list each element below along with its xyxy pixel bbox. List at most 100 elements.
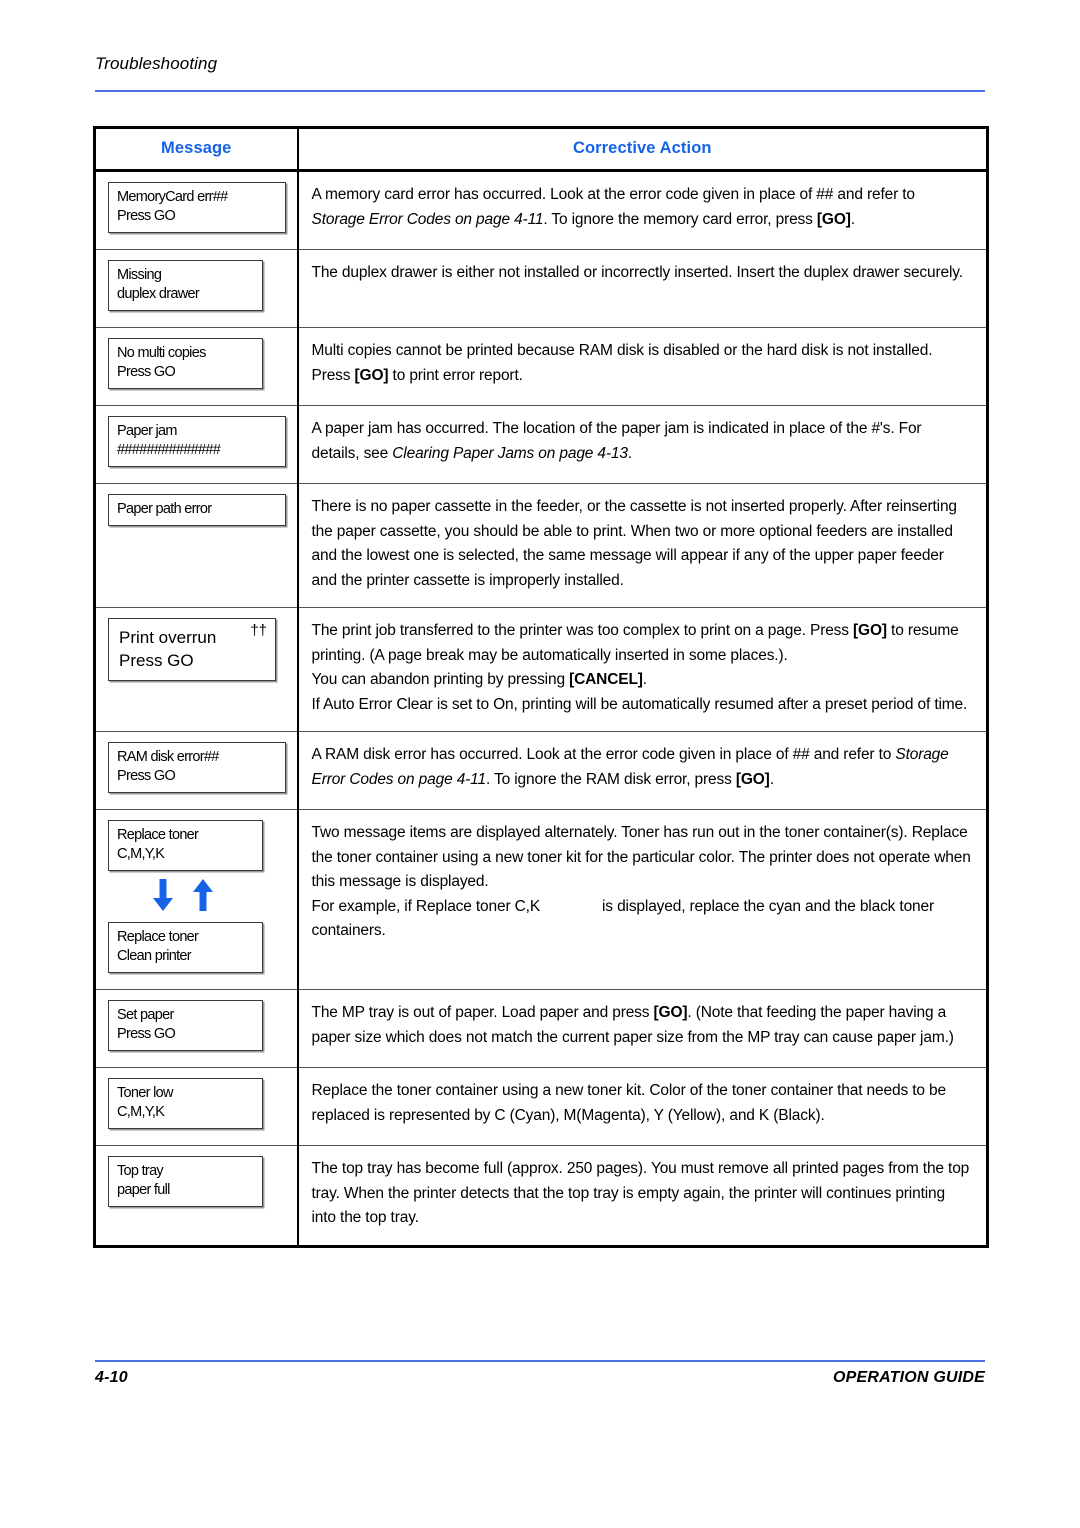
arrow-up-icon xyxy=(193,879,213,911)
key-label: [GO] xyxy=(853,622,887,639)
table-row: Top tray paper full The top tray has becom… xyxy=(94,1145,988,1247)
lcd-line: Press GO xyxy=(117,208,176,224)
message-cell-inner: Print overrun Press GO †† xyxy=(96,608,297,697)
key-label: [CANCEL] xyxy=(569,671,643,688)
text-run: If Auto Error Clear is set to On, printi… xyxy=(311,695,968,713)
header-divider xyxy=(95,90,985,92)
table-row: Print overrun Press GO †† The print job tra… xyxy=(94,607,988,732)
message-cell: Paper jam ############## xyxy=(94,405,299,484)
lcd-line: Press GO xyxy=(119,651,194,670)
lcd-line: ############## xyxy=(117,442,221,458)
text-run: The duplex drawer is either not installe… xyxy=(311,264,964,281)
message-cell: MemoryCard err## Press GO xyxy=(94,170,299,250)
footer-divider xyxy=(95,1360,985,1362)
text-run: Two message items are displayed alternat… xyxy=(311,824,971,890)
document-page: Troubleshooting Message Corrective Actio… xyxy=(0,0,1080,1528)
cross-reference: Storage Error Codes on page 4-11 xyxy=(311,210,544,228)
table-row: Replace toner C,M,Y,K Replace toner Clean p… xyxy=(94,809,988,990)
lcd-line: Missing xyxy=(117,267,162,283)
corrective-action-text: There is no paper cassette in the feeder… xyxy=(299,484,987,607)
lcd-line: duplex drawer xyxy=(117,286,200,302)
corrective-action-text: Replace the toner container using a new … xyxy=(299,1068,987,1142)
header-title: Troubleshooting xyxy=(95,54,218,73)
running-header: Troubleshooting xyxy=(95,54,985,74)
table-row: Toner low C,M,Y,K Replace the toner contai… xyxy=(94,1067,988,1146)
message-cell: Missing duplex drawer xyxy=(94,249,299,328)
lcd-line: Set paper xyxy=(117,1007,174,1023)
lcd-line: Press GO xyxy=(117,364,176,380)
corrective-action-text: A RAM disk error has occurred. Look at t… xyxy=(299,732,987,806)
alternating-arrows xyxy=(108,878,289,914)
text-run: For example, if Replace toner C,K xyxy=(311,897,541,915)
corrective-action-cell: The top tray has become full (approx. 25… xyxy=(298,1146,988,1247)
corrective-action-cell: A RAM disk error has occurred. Look at t… xyxy=(297,731,988,810)
lcd-line: C,M,Y,K xyxy=(117,1104,165,1120)
table-row: MemoryCard err## Press GO A memory card er… xyxy=(94,170,988,250)
corrective-action-text: The MP tray is out of paper. Load paper … xyxy=(299,990,987,1064)
lcd-line: No multi copies xyxy=(117,345,206,361)
text-run: The MP tray is out of paper. Load paper … xyxy=(311,1004,654,1021)
lcd-line: Clean printer xyxy=(117,948,192,964)
message-cell-inner: Toner low C,M,Y,K xyxy=(96,1068,297,1145)
table-row: No multi copies Press GO Multi copies cann… xyxy=(94,327,988,406)
lcd-message-box: MemoryCard err## Press GO xyxy=(108,182,286,233)
key-label: [GO] xyxy=(653,1004,688,1021)
message-cell-inner: MemoryCard err## Press GO xyxy=(96,172,297,249)
lcd-line: Print overrun xyxy=(119,628,217,647)
lcd-line: Paper jam xyxy=(117,423,177,439)
table-row: RAM disk error## Press GO A RAM disk error… xyxy=(94,731,988,810)
corrective-action-cell: The print job transferred to the printer… xyxy=(297,607,988,732)
corrective-action-text: Two message items are displayed alternat… xyxy=(299,810,987,958)
message-cell-inner: No multi copies Press GO xyxy=(96,328,297,405)
key-label: [GO] xyxy=(735,770,770,788)
text-run: to print error report. xyxy=(388,366,523,384)
lcd-line: Press GO xyxy=(117,768,176,784)
corrective-action-cell: Replace the toner container using a new … xyxy=(297,1067,988,1146)
lcd-line: MemoryCard err## xyxy=(117,189,228,205)
table-row: Set paper Press GO The MP tray is out of p… xyxy=(94,989,988,1068)
lcd-line: RAM disk error## xyxy=(117,749,219,765)
lcd-line: Toner low xyxy=(117,1085,173,1101)
message-cell: Set paper Press GO xyxy=(94,989,299,1068)
corrective-action-text: A memory card error has occurred. Look a… xyxy=(299,172,987,246)
text-run: The top tray has become full (approx. 25… xyxy=(311,1160,970,1226)
lcd-line: Replace toner xyxy=(117,827,199,843)
lcd-message-box: Print overrun Press GO †† xyxy=(108,618,276,681)
corrective-action-cell: There is no paper cassette in the feeder… xyxy=(297,483,988,608)
lcd-line: Replace toner xyxy=(117,929,199,945)
cross-reference: Clearing Paper Jams on page 4-13 xyxy=(392,444,628,462)
lcd-message-box: Paper path error xyxy=(108,494,286,526)
corrective-action-text: Multi copies cannot be printed because R… xyxy=(299,328,987,402)
corrective-action-cell: The MP tray is out of paper. Load paper … xyxy=(297,989,988,1068)
corrective-action-cell: The duplex drawer is either not installe… xyxy=(297,249,988,328)
text-run: . To ignore the RAM disk error, press xyxy=(485,770,736,788)
key-label: [GO] xyxy=(354,366,389,384)
key-label: [GO] xyxy=(816,210,851,228)
text-run: A RAM disk error has occurred. Look at t… xyxy=(311,746,896,763)
message-cell-inner: Paper path error xyxy=(96,484,297,542)
text-run: . To ignore the memory card error, press xyxy=(543,210,817,228)
corrective-action-text: The duplex drawer is either not installe… xyxy=(299,250,987,300)
corrective-action-cell: Multi copies cannot be printed because R… xyxy=(297,327,988,406)
text-run: A memory card error has occurred. Look a… xyxy=(311,186,916,203)
lcd-message-box: Set paper Press GO xyxy=(108,1000,263,1051)
text-run: . xyxy=(642,671,647,688)
lcd-message-box: Paper jam ############## xyxy=(108,416,286,467)
message-cell: No multi copies Press GO xyxy=(94,327,299,406)
lcd-message-box: Missing duplex drawer xyxy=(108,260,263,311)
lcd-line: Top tray xyxy=(117,1163,164,1179)
message-cell-inner: RAM disk error## Press GO xyxy=(96,732,297,809)
text-run: . xyxy=(850,210,855,228)
lcd-message-box: Top tray paper full xyxy=(108,1156,263,1207)
text-run: You can abandon printing by pressing xyxy=(311,671,570,688)
message-corrective-action-table: Message Corrective Action MemoryCard err… xyxy=(93,126,989,1248)
column-header-message: Message xyxy=(94,127,299,172)
footer-page-number: 4-10 xyxy=(95,1369,128,1386)
text-run: The print job transferred to the printer… xyxy=(311,622,854,639)
footer-guide-label: OPERATION GUIDE xyxy=(832,1369,985,1386)
lcd-message-box: Toner low C,M,Y,K xyxy=(108,1078,263,1129)
page-footer: 4-10 OPERATION GUIDE xyxy=(95,1369,985,1395)
table-header-row: Message Corrective Action xyxy=(94,127,988,172)
lcd-line: paper full xyxy=(117,1182,170,1198)
message-cell: Replace toner C,M,Y,K Replace toner Clean p… xyxy=(94,809,299,990)
